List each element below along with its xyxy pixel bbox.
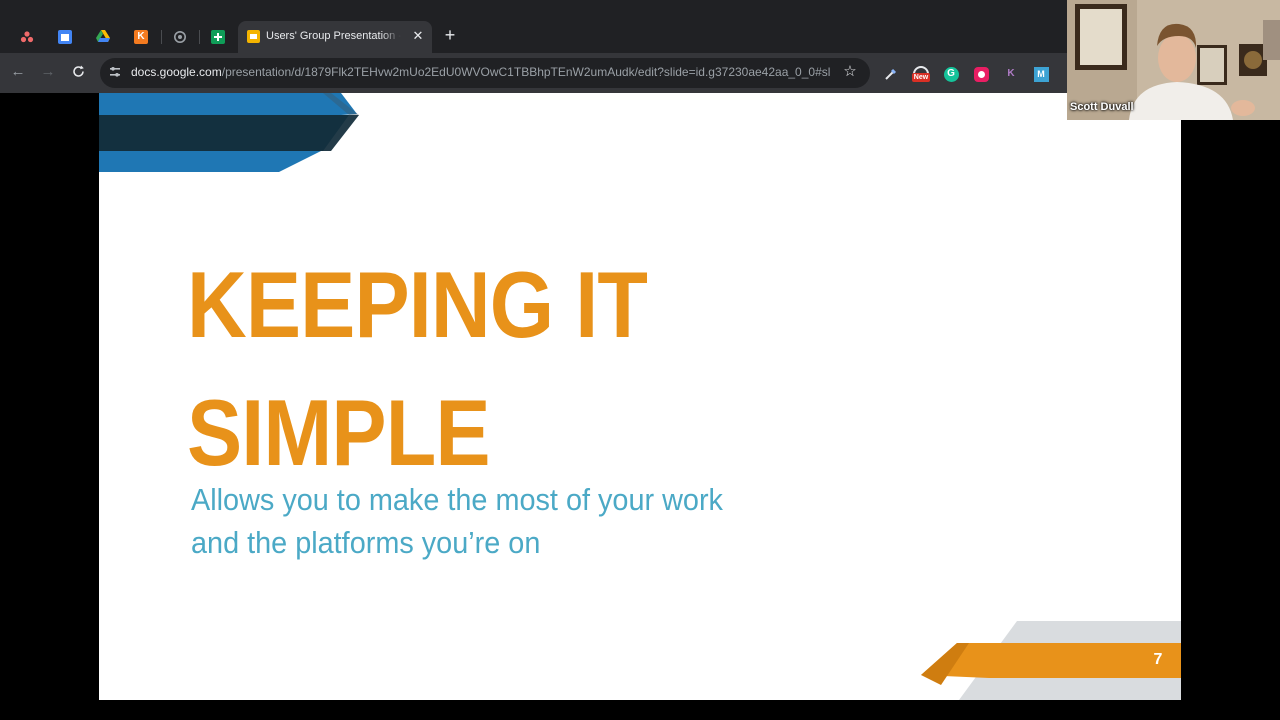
bookmark-star-icon[interactable]: ☆	[842, 64, 858, 80]
k-icon: K	[1007, 68, 1015, 79]
top-left-lower-stripe	[99, 151, 321, 172]
address-bar[interactable]: docs.google.com/presentation/d/1879Flk2T…	[100, 58, 870, 88]
browser-window: K Users' Group Presentation - DIY ✕ + ← …	[0, 0, 1067, 93]
slide-title: KEEPING IT SIMPLE	[187, 241, 750, 497]
google-calendar-tab[interactable]	[46, 20, 84, 53]
slide-title-line1: KEEPING IT	[187, 252, 648, 357]
slide-subtitle: Allows you to make the most of your work…	[191, 478, 786, 564]
site-info-icon[interactable]	[108, 65, 122, 79]
url-host: docs.google.com	[131, 65, 222, 79]
asana-icon	[20, 30, 34, 44]
openai-icon	[173, 30, 187, 44]
presentation-slide: KEEPING IT SIMPLE Allows you to make the…	[99, 93, 1181, 700]
asana-tab[interactable]	[8, 20, 46, 53]
close-tab-icon[interactable]: ✕	[410, 28, 426, 44]
m-icon: M	[1033, 66, 1049, 82]
url-path: /presentation/d/1879Flk2TEHvw2mUo2EdU0WV…	[221, 65, 831, 79]
slide-subtitle-line2: and the platforms you’re on	[191, 525, 541, 560]
webcam-feed: Scott Duvall	[1067, 0, 1280, 120]
new-badge-label: New	[911, 73, 931, 82]
drive-icon	[96, 30, 110, 44]
active-tab-title: Users' Group Presentation - DIY	[266, 30, 401, 42]
k-icon: K	[134, 29, 148, 44]
calendar-icon	[58, 29, 72, 44]
new-badge-extension[interactable]: New	[911, 65, 931, 83]
slide-page-number: 7	[1153, 651, 1163, 668]
eyedropper-icon	[885, 68, 897, 80]
forward-icon[interactable]: →	[38, 62, 58, 82]
kajabi-tab[interactable]: K	[122, 20, 160, 53]
m-extension[interactable]: M	[1032, 65, 1050, 83]
grammarly-extension[interactable]: G	[942, 65, 960, 83]
screen-recorder-extension[interactable]	[972, 65, 990, 83]
reload-icon[interactable]	[68, 62, 88, 82]
top-left-navy-stripe	[99, 115, 359, 151]
active-tab[interactable]: Users' Group Presentation - DIY ✕	[238, 21, 432, 53]
participant-name: Scott Duvall	[1070, 101, 1134, 113]
new-tab-button[interactable]: +	[441, 26, 459, 45]
tab-strip: K Users' Group Presentation - DIY ✕ +	[0, 20, 1067, 53]
google-slides-icon	[247, 30, 260, 43]
top-left-blue-stripe	[99, 93, 357, 115]
back-icon[interactable]: ←	[8, 62, 28, 82]
k-extension[interactable]: K	[1002, 65, 1020, 83]
sheets-icon	[211, 29, 225, 44]
browser-toolbar: ← → docs.google.com/presentation/d/1879F…	[0, 53, 1067, 93]
grammarly-icon: G	[943, 66, 959, 82]
google-drive-tab[interactable]	[84, 20, 122, 53]
google-sheets-tab[interactable]	[199, 20, 237, 53]
record-icon	[973, 66, 989, 82]
chatgpt-tab[interactable]	[161, 20, 199, 53]
slide-subtitle-line1: Allows you to make the most of your work	[191, 482, 723, 517]
url-text[interactable]: docs.google.com/presentation/d/1879Flk2T…	[131, 65, 831, 81]
eyedropper-extension[interactable]	[882, 65, 900, 83]
